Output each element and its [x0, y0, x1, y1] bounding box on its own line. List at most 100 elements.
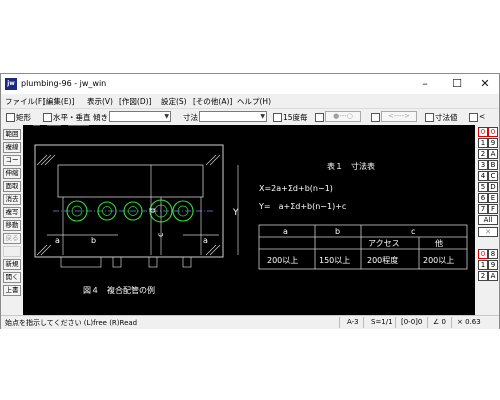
tilt-combo[interactable]: ▼ [109, 111, 171, 122]
deg15-label: 15度毎 [283, 113, 308, 122]
status-layer[interactable]: [0-0]0 [401, 318, 422, 326]
maximize-button[interactable]: ☐ [443, 75, 471, 93]
lt-checkbox[interactable] [469, 113, 478, 122]
hatch-marks [36, 154, 221, 256]
status-paper[interactable]: A-3 [347, 318, 359, 326]
layer-b[interactable]: B [488, 160, 498, 170]
layer-1[interactable]: 1 [478, 138, 488, 148]
layer-group2-0[interactable]: 0 [478, 249, 488, 259]
pipe-inner-frame [57, 164, 204, 198]
status-angle[interactable]: ∠ 0 [433, 318, 446, 326]
layer-3[interactable]: 3 [478, 160, 488, 170]
layer-a[interactable]: A [488, 149, 498, 159]
dim-value-checkbox[interactable] [425, 113, 434, 122]
minimize-button[interactable]: – [411, 75, 439, 93]
layer-7[interactable]: 7 [478, 204, 488, 214]
menu-view[interactable]: 表示(V) [87, 96, 113, 107]
status-bar: 始点を指示してください (L)free (R)Read A-3 S=1/1 [0… [1, 315, 499, 329]
tool-undo[interactable]: 戻る [3, 233, 21, 244]
menu-draw[interactable]: [作図(D)] [119, 96, 151, 107]
table-value-b: 150以上 [319, 256, 350, 265]
table-value-other: 200以上 [423, 256, 454, 265]
layer-9[interactable]: 9 [488, 138, 498, 148]
table-value-a: 200以上 [267, 256, 298, 265]
menu-bar: ファイル(F) [編集(E)] 表示(V) [作図(D)] 設定(S) [その他… [1, 94, 499, 108]
dim-value-label: 寸法値 [435, 113, 458, 122]
chevron-down-icon: ▼ [260, 113, 265, 120]
status-divider [427, 317, 428, 328]
menu-other[interactable]: [その他(A)] [193, 96, 232, 107]
dim-label: 寸法 [183, 113, 198, 122]
left-tool-palette: 範囲 複線 コーナー 伸縮 面取 消去 複写 移動 戻る 新規 開く 上書 [1, 125, 22, 315]
rect-checkbox[interactable] [6, 113, 15, 122]
app-window: jw plumbing-96 - jw_win – ☐ ✕ ファイル(F) [編… [0, 73, 500, 329]
tool-corner[interactable]: コーナー [3, 155, 21, 166]
tool-erase[interactable]: 消去 [3, 194, 21, 205]
status-zoom[interactable]: × 0.63 [457, 318, 481, 326]
tool-extend[interactable]: 伸縮 [3, 168, 21, 179]
deg15-checkbox[interactable] [273, 113, 282, 122]
menu-settings[interactable]: 設定(S) [161, 96, 187, 107]
circle-mode-button[interactable]: ●---○ [325, 111, 361, 122]
tool-copy[interactable]: 複写 [3, 207, 21, 218]
layer-group2-8[interactable]: 8 [488, 249, 498, 259]
tool-blank [3, 246, 21, 257]
layer-group2-1[interactable]: 1 [478, 260, 488, 270]
layer-e[interactable]: E [488, 193, 498, 203]
layer-palette: 0 0 1 9 2 A 3 B 4 C 5 D 6 E 7 F All ✕ 0 … [476, 125, 499, 315]
horiz-vert-checkbox[interactable] [43, 113, 52, 122]
figure-caption: 図４ 複合配管の例 [83, 285, 155, 295]
table-header-a: a [283, 227, 288, 236]
table-value-access: 200程度 [367, 255, 398, 265]
vertical-dim-lines [62, 165, 202, 255]
dim-d: d [148, 208, 157, 213]
layer-d[interactable]: D [488, 182, 498, 192]
layer-all-button[interactable]: All [478, 215, 498, 225]
layer-5[interactable]: 5 [478, 182, 488, 192]
jw-app-icon: jw [5, 78, 17, 90]
dim-combo[interactable]: ▼ [199, 111, 267, 122]
layer-group2-9[interactable]: 9 [488, 260, 498, 270]
menu-file[interactable]: ファイル(F) [5, 96, 45, 107]
formula-x: X=2a+Σd+b(n−1) [259, 184, 333, 193]
tool-open[interactable]: 開く [3, 272, 21, 283]
table-header-c: c [411, 227, 415, 236]
layer-2[interactable]: 2 [478, 149, 488, 159]
horiz-vert-label: 水平・垂直 [53, 113, 91, 122]
close-button[interactable]: ✕ [471, 75, 499, 93]
tilt-label: 傾き [93, 113, 108, 122]
tool-new[interactable]: 新規 [3, 259, 21, 270]
control-toolbar: 矩形 水平・垂直 傾き ▼ 寸法 ▼ 15度毎 ●---○ <----> 寸法値… [1, 108, 499, 125]
layer-0[interactable]: 0 [488, 127, 498, 137]
circle-mode-checkbox[interactable] [315, 113, 324, 122]
layer-c[interactable]: C [488, 171, 498, 181]
drawing-canvas[interactable]: ― ―― ――― a b a d c Y 図４ 複合配管の例 表１ 寸法表 X=… [23, 125, 475, 315]
window-title: plumbing-96 - jw_win [21, 79, 107, 88]
status-divider [395, 317, 396, 328]
layer-group2-a[interactable]: A [488, 271, 498, 281]
tool-save[interactable]: 上書 [3, 285, 21, 296]
table-title: 表１ 寸法表 [327, 161, 375, 171]
tool-chamfer[interactable]: 面取 [3, 181, 21, 192]
arrow-mode-button[interactable]: <----> [381, 111, 417, 122]
layer-group-0[interactable]: 0 [478, 127, 488, 137]
dim-c: c [156, 233, 165, 237]
bottom-supports [60, 256, 192, 268]
dim-y-label: Y [232, 208, 239, 218]
lt-label: < [479, 112, 486, 121]
layer-f[interactable]: F [488, 204, 498, 214]
status-scale[interactable]: S=1/1 [371, 318, 393, 326]
layer-6[interactable]: 6 [478, 193, 488, 203]
tool-offset[interactable]: 複線 [3, 142, 21, 153]
tool-range[interactable]: 範囲 [3, 129, 21, 140]
layer-4[interactable]: 4 [478, 171, 488, 181]
menu-help[interactable]: ヘルプ(H) [237, 96, 271, 107]
layer-group2-2[interactable]: 2 [478, 271, 488, 281]
menu-edit[interactable]: [編集(E)] [43, 96, 74, 107]
status-prompt: 始点を指示してください (L)free (R)Read [5, 319, 138, 327]
status-divider [339, 317, 340, 328]
tool-move[interactable]: 移動 [3, 220, 21, 231]
cutoff-text: ― ―― ――― [33, 125, 89, 129]
arrow-mode-checkbox[interactable] [371, 113, 380, 122]
layer-x-button[interactable]: ✕ [478, 227, 498, 237]
